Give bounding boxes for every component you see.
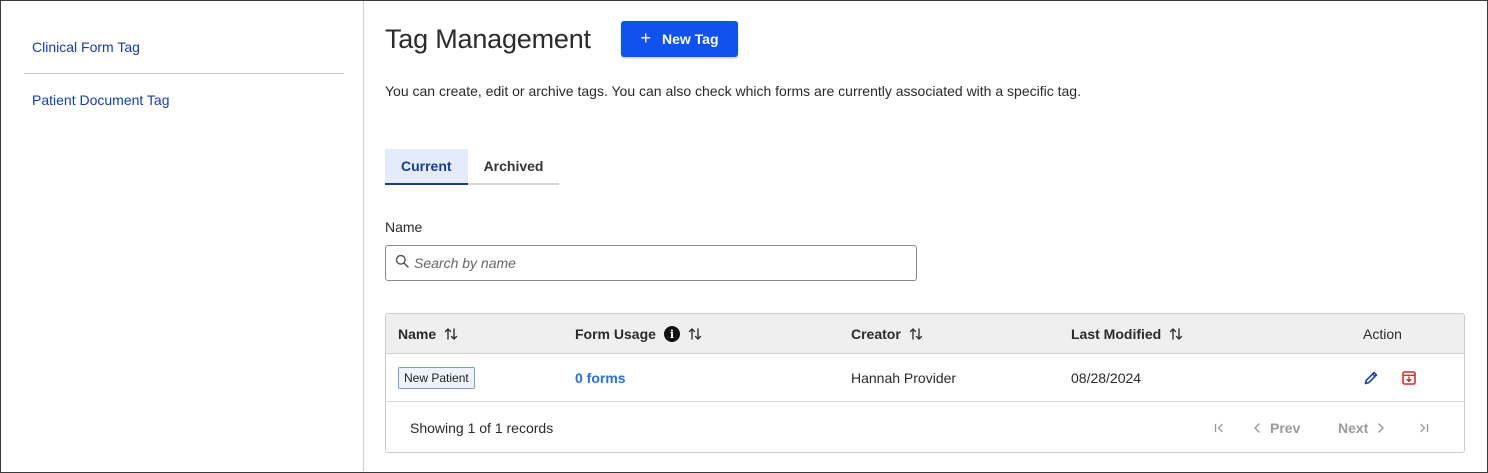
archive-icon[interactable] (1401, 370, 1417, 386)
sidebar-item-patient-document-tag[interactable]: Patient Document Tag (32, 92, 170, 108)
page-title: Tag Management (385, 24, 591, 54)
column-label: Form Usage (575, 326, 656, 342)
sort-icon (688, 326, 702, 342)
column-label: Last Modified (1071, 326, 1162, 342)
new-tag-button-label: New Tag (661, 31, 719, 47)
column-header-creator[interactable]: Creator (851, 314, 923, 354)
chevron-right-icon (1378, 423, 1385, 433)
records-count: Showing 1 of 1 records (410, 420, 554, 436)
first-page-icon[interactable] (1213, 402, 1225, 452)
sidebar-divider (24, 73, 344, 74)
name-filter-label: Name (385, 219, 423, 235)
column-label: Creator (851, 326, 901, 342)
cell-last-modified: 08/28/2024 (1071, 370, 1142, 386)
sort-icon (909, 326, 923, 342)
sort-icon (444, 326, 458, 342)
new-tag-button[interactable]: + New Tag (621, 21, 738, 57)
table-footer: Showing 1 of 1 records Prev Next (386, 402, 1464, 452)
cell-actions (1363, 354, 1417, 402)
cell-name: New Patient (398, 354, 475, 402)
tab-current[interactable]: Current (385, 149, 468, 185)
table-row: New Patient 0 forms Hannah Provider 08/2… (386, 354, 1464, 402)
column-label: Name (398, 326, 437, 342)
tab-archived[interactable]: Archived (468, 149, 560, 183)
next-page-button[interactable]: Next (1338, 402, 1386, 452)
page-description: You can create, edit or archive tags. Yo… (385, 83, 1081, 99)
tag-chip: New Patient (398, 367, 475, 389)
search-box (385, 245, 917, 281)
next-label: Next (1338, 420, 1369, 436)
tags-table: Name Form Usage i Creator Last Modified … (385, 313, 1465, 453)
last-page-icon[interactable] (1418, 402, 1430, 452)
cell-creator: Hannah Provider (851, 370, 957, 386)
prev-page-button[interactable]: Prev (1252, 402, 1301, 452)
table-header: Name Form Usage i Creator Last Modified … (386, 314, 1464, 354)
pencil-icon[interactable] (1363, 370, 1379, 386)
search-input[interactable] (414, 255, 894, 271)
column-header-last-modified[interactable]: Last Modified (1071, 314, 1183, 354)
sort-icon (1169, 326, 1183, 342)
search-icon (395, 254, 409, 273)
column-header-name[interactable]: Name (398, 314, 458, 354)
prev-label: Prev (1270, 420, 1301, 436)
column-header-action: Action (1363, 326, 1402, 342)
column-header-form-usage[interactable]: Form Usage i (575, 314, 702, 354)
plus-icon: + (640, 28, 651, 48)
chevron-left-icon (1254, 423, 1260, 433)
tab-bar: Current Archived (385, 149, 560, 185)
info-icon[interactable]: i (663, 326, 680, 342)
sidebar-item-clinical-form-tag[interactable]: Clinical Form Tag (32, 39, 140, 55)
cell-form-usage: 0 forms (575, 354, 626, 402)
form-usage-link[interactable]: 0 forms (575, 370, 626, 386)
sidebar: Clinical Form Tag Patient Document Tag (1, 1, 364, 471)
